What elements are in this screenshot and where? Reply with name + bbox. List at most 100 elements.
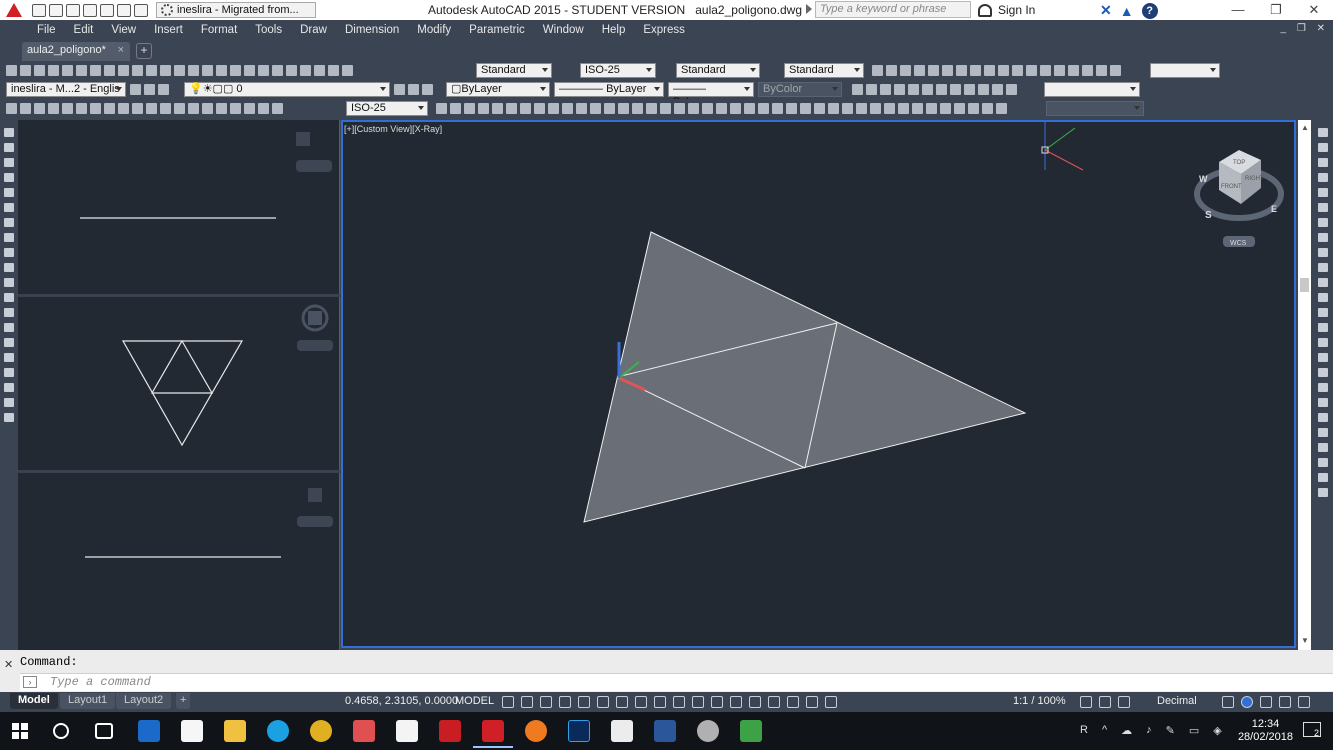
minimize-button[interactable]: —: [1219, 0, 1257, 20]
leader-front-icon[interactable]: [1318, 473, 1328, 482]
close-button[interactable]: ✕: [1295, 0, 1333, 20]
hatch-back-icon[interactable]: [1318, 488, 1328, 497]
viewcube-mini-middle[interactable]: [308, 311, 322, 325]
m-icon-25[interactable]: [772, 103, 783, 114]
tool-icon-j[interactable]: [998, 65, 1009, 76]
layer-properties-icon[interactable]: [144, 84, 155, 95]
lineweight-icon[interactable]: [673, 696, 685, 708]
tab-layout2[interactable]: Layout2: [116, 693, 172, 709]
file-tab-close-icon[interactable]: ×: [118, 44, 124, 56]
table-style-select[interactable]: Standard: [676, 63, 760, 78]
publish-icon[interactable]: [76, 65, 87, 76]
viewport-divider-2[interactable]: [18, 470, 340, 473]
tool-icon-f[interactable]: [942, 65, 953, 76]
menu-insert[interactable]: Insert: [154, 24, 183, 36]
menu-parametric[interactable]: Parametric: [469, 24, 525, 36]
break-at-point-icon[interactable]: [1318, 293, 1328, 302]
coordinates-readout[interactable]: 0.4658, 2.3105, 0.0000: [345, 695, 458, 707]
radius-icon[interactable]: [62, 103, 73, 114]
jog-line-icon[interactable]: [230, 103, 241, 114]
maximize-button[interactable]: ❐: [1257, 0, 1295, 20]
sheet-app-icon[interactable]: [740, 720, 762, 742]
plot-icon[interactable]: [48, 65, 59, 76]
mleader-style-select[interactable]: Standard: [784, 63, 864, 78]
preview-icon[interactable]: [62, 65, 73, 76]
qnew-icon[interactable]: [6, 65, 17, 76]
line-icon[interactable]: [4, 128, 14, 137]
match-icon[interactable]: [146, 65, 157, 76]
snap-icon[interactable]: [521, 696, 533, 708]
tab-model[interactable]: Model: [10, 693, 58, 709]
array-icon[interactable]: [1318, 188, 1328, 197]
edge-browser-icon[interactable]: [138, 720, 160, 742]
units-dropdown[interactable]: Decimal: [1157, 695, 1197, 707]
isodraft-icon[interactable]: [616, 696, 628, 708]
scale-icon[interactable]: [1318, 233, 1328, 242]
battery-icon[interactable]: ▭: [1189, 724, 1199, 737]
autocad-taskbar-icon[interactable]: [473, 720, 513, 748]
m-icon-20[interactable]: [702, 103, 713, 114]
add-selected-icon[interactable]: [4, 413, 14, 422]
help-icon[interactable]: [342, 65, 353, 76]
print-icon[interactable]: [100, 3, 114, 17]
mail-icon[interactable]: [396, 720, 418, 742]
m-icon-32[interactable]: [870, 103, 881, 114]
mirror-icon[interactable]: [1318, 158, 1328, 167]
menu-tools[interactable]: Tools: [255, 24, 282, 36]
m-icon-38[interactable]: [954, 103, 965, 114]
layer-select[interactable]: 💡☀▢▢ 0: [184, 82, 390, 97]
gizmo-icon[interactable]: [787, 696, 799, 708]
wcs-mini-middle[interactable]: [297, 340, 333, 351]
trim-icon[interactable]: [1318, 263, 1328, 272]
zoom-previous-icon[interactable]: [244, 65, 255, 76]
annotation-scale[interactable]: 1:1 / 100%: [1013, 695, 1066, 707]
m-icon-29[interactable]: [828, 103, 839, 114]
circle-icon[interactable]: [4, 218, 14, 227]
object-snap-icon[interactable]: [654, 696, 666, 708]
m-icon-4[interactable]: [478, 103, 489, 114]
region-icon[interactable]: [4, 368, 14, 377]
extend-icon[interactable]: [1318, 278, 1328, 287]
task-view-icon[interactable]: [95, 723, 113, 739]
m-icon-23[interactable]: [744, 103, 755, 114]
tool-icon-q[interactable]: [1096, 65, 1107, 76]
m-icon-13[interactable]: [604, 103, 615, 114]
main-viewport[interactable]: TOP FRONT RIGHT W S E WCS: [341, 120, 1296, 648]
chevron-up-icon[interactable]: ^: [1102, 724, 1107, 737]
revision-cloud-icon[interactable]: [4, 233, 14, 242]
tool-icon-p[interactable]: [1082, 65, 1093, 76]
tolerance-icon[interactable]: [188, 103, 199, 114]
menu-dimension[interactable]: Dimension: [345, 24, 399, 36]
m-icon-21[interactable]: [716, 103, 727, 114]
selection-cycling-icon[interactable]: [711, 696, 723, 708]
redo-icon[interactable]: [188, 65, 199, 76]
acrobat-icon[interactable]: [439, 720, 461, 742]
volume-icon[interactable]: ♪: [1146, 724, 1152, 737]
table-icon[interactable]: [4, 383, 14, 392]
search-input[interactable]: Type a keyword or phrase: [815, 1, 971, 18]
menu-file[interactable]: File: [37, 24, 56, 36]
dim-style-select[interactable]: ISO-25: [580, 63, 656, 78]
people-icon[interactable]: R: [1080, 724, 1088, 737]
dim-style-select-2[interactable]: ISO-25: [346, 101, 428, 116]
m-icon-40[interactable]: [982, 103, 993, 114]
tool-icon-a[interactable]: [872, 65, 883, 76]
save-icon[interactable]: [66, 3, 80, 17]
viewcube-mini-top[interactable]: [296, 132, 310, 146]
properties-icon[interactable]: [258, 65, 269, 76]
m-icon-30[interactable]: [842, 103, 853, 114]
copy-icon[interactable]: [1318, 143, 1328, 152]
quick-properties-icon[interactable]: [1222, 696, 1234, 708]
undo-icon[interactable]: [174, 65, 185, 76]
annotation-monitor-icon[interactable]: [1099, 696, 1111, 708]
paste-icon[interactable]: [132, 65, 143, 76]
m-icon-24[interactable]: [758, 103, 769, 114]
m-icon-9[interactable]: [548, 103, 559, 114]
m-icon-18[interactable]: [674, 103, 685, 114]
rectangle-icon[interactable]: [4, 188, 14, 197]
m-icon-39[interactable]: [968, 103, 979, 114]
tool-icon-r[interactable]: [1110, 65, 1121, 76]
save-icon[interactable]: [34, 65, 45, 76]
graphics-performance-icon[interactable]: [1241, 696, 1253, 708]
menu-view[interactable]: View: [111, 24, 136, 36]
